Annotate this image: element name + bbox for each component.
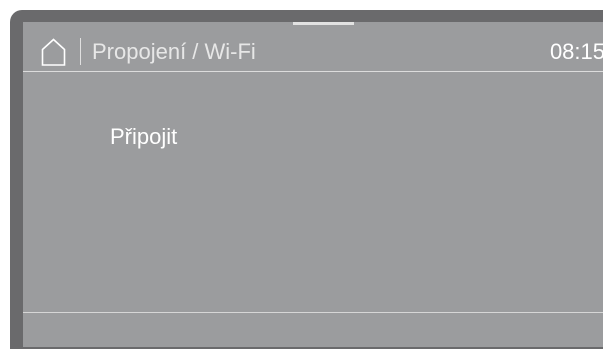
header-separator (23, 71, 603, 72)
display-screen: Propojení / Wi-Fi 08:15 Připojit (23, 22, 603, 347)
breadcrumb-title: Propojení / Wi-Fi (92, 39, 256, 64)
header-divider (80, 38, 81, 65)
footer-separator (23, 312, 603, 313)
clock: 08:15 (549, 39, 603, 64)
home-icon[interactable] (41, 38, 66, 66)
menu-item-connect[interactable]: Připojit (110, 123, 177, 151)
device-bezel: Propojení / Wi-Fi 08:15 Připojit (10, 10, 603, 349)
top-indicator (293, 22, 354, 25)
status-bar: Propojení / Wi-Fi 08:15 (23, 22, 603, 71)
